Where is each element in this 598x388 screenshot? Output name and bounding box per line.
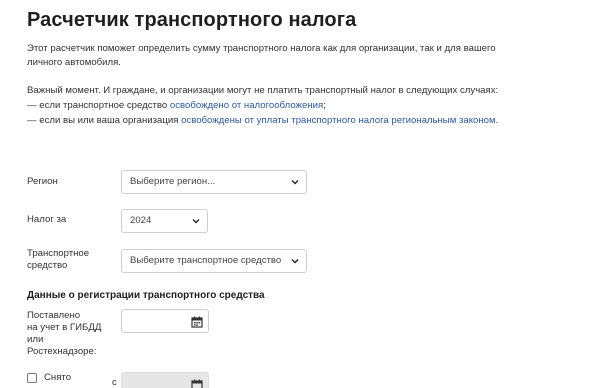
chevron-down-icon xyxy=(291,257,299,265)
removed-checkbox[interactable] xyxy=(27,373,37,383)
tax-for-label: Налог за xyxy=(27,214,67,225)
tax-year-select-value: 2024 xyxy=(130,215,152,226)
exemption-item-2-suffix: . xyxy=(495,115,499,126)
chevron-down-icon xyxy=(192,217,200,225)
region-select-value: Выберите регион... xyxy=(130,176,216,187)
exemption-item-1-prefix: — если транспортное средство xyxy=(27,100,170,111)
page-title: Расчетчик транспортного налога xyxy=(27,9,357,31)
vehicle-select-value: Выберите транспортное средство xyxy=(130,255,282,266)
vehicle-label-line2: средство xyxy=(27,260,68,271)
calendar-icon[interactable] xyxy=(191,315,203,328)
region-label: Регион xyxy=(27,176,58,187)
registration-date-input[interactable] xyxy=(121,309,209,333)
exemption-item-1: — если транспортное средство освобождено… xyxy=(27,99,326,113)
tax-exempt-link[interactable]: освобождено от налогообложения xyxy=(170,100,323,111)
registration-section-title: Данные о регистрации транспортного средс… xyxy=(27,290,265,301)
registered-label-line2: на учет в ГИБДД xyxy=(27,322,102,333)
registered-label: Поставлено на учет в ГИБДД или Ростехнад… xyxy=(27,310,101,358)
tax-year-select[interactable]: 2024 xyxy=(121,209,208,233)
removal-date-input[interactable] xyxy=(121,372,209,388)
from-label: с xyxy=(112,377,117,388)
calendar-icon xyxy=(191,378,203,388)
vehicle-select[interactable]: Выберите транспортное средство xyxy=(121,249,307,273)
chevron-down-icon xyxy=(291,178,299,186)
registered-label-line1: Поставлено xyxy=(27,310,81,321)
registered-label-line3: или xyxy=(27,334,44,345)
intro-text-line1: Этот расчетчик поможет определить сумму … xyxy=(27,43,496,54)
exemption-item-2: — если вы или ваша организация освобожде… xyxy=(27,114,498,128)
intro-text-line2: личного автомобиля. xyxy=(27,57,121,68)
removed-label: Снято xyxy=(44,372,72,383)
vehicle-label-line1: Транспортное xyxy=(27,248,90,259)
regional-law-link[interactable]: освобождены от уплаты транспортного нало… xyxy=(181,115,496,126)
region-select[interactable]: Выберите регион... xyxy=(121,170,307,194)
vehicle-label: Транспортное средство xyxy=(27,248,89,272)
exemption-item-2-prefix: — если вы или ваша организация xyxy=(27,115,182,126)
important-note: Важный момент. И граждане, и организации… xyxy=(27,85,499,96)
registered-label-line4: Ростехнадзоре: xyxy=(27,346,97,357)
exemption-item-1-suffix: ; xyxy=(323,100,326,111)
